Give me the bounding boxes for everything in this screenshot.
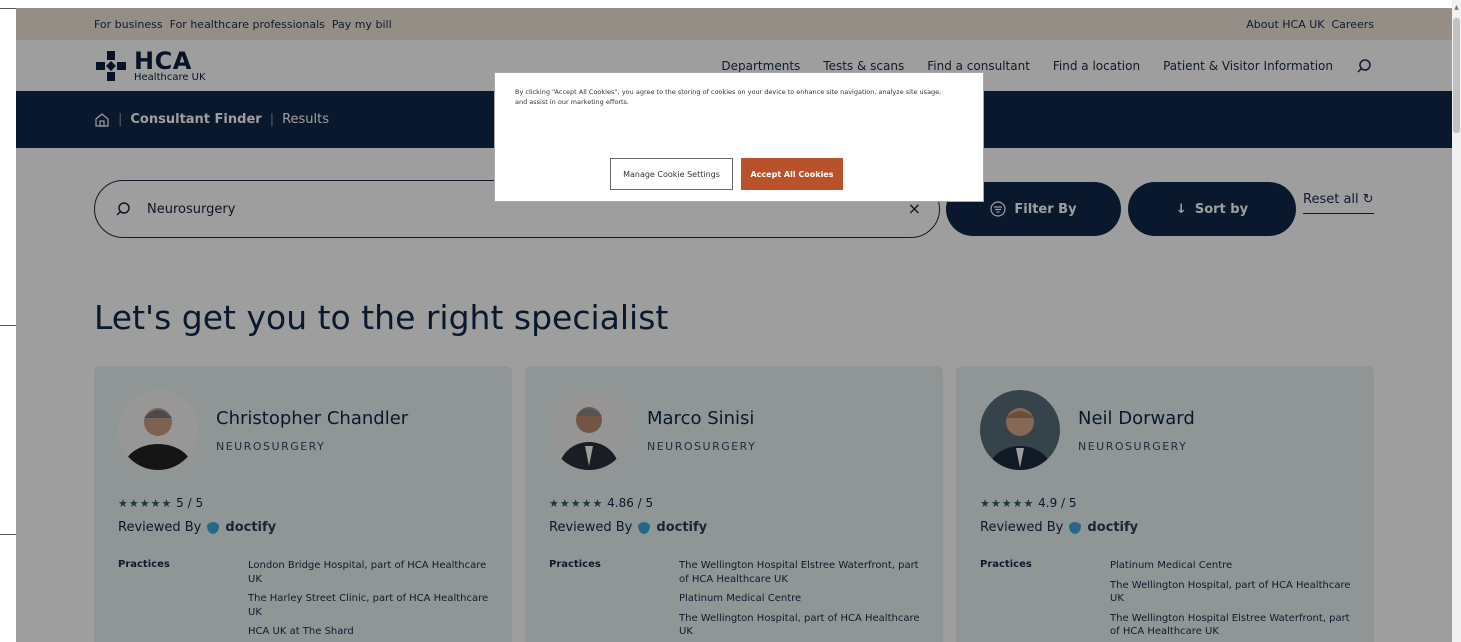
divider	[0, 325, 16, 326]
accept-all-cookies-button[interactable]: Accept All Cookies	[741, 158, 843, 190]
divider	[0, 534, 16, 535]
manage-cookie-settings-button[interactable]: Manage Cookie Settings	[610, 158, 733, 190]
divider	[0, 8, 16, 9]
cookie-banner: By clicking “Accept All Cookies”, you ag…	[494, 72, 984, 202]
scrollbar-thumb[interactable]	[1453, 18, 1460, 133]
scroll-up-arrow-icon[interactable]: ▲	[1452, 4, 1461, 11]
scrollbar[interactable]: ▲	[1452, 0, 1461, 642]
left-gutter	[0, 0, 16, 642]
page: For business For healthcare professional…	[16, 8, 1452, 642]
cookie-text: By clicking “Accept All Cookies”, you ag…	[515, 88, 942, 107]
